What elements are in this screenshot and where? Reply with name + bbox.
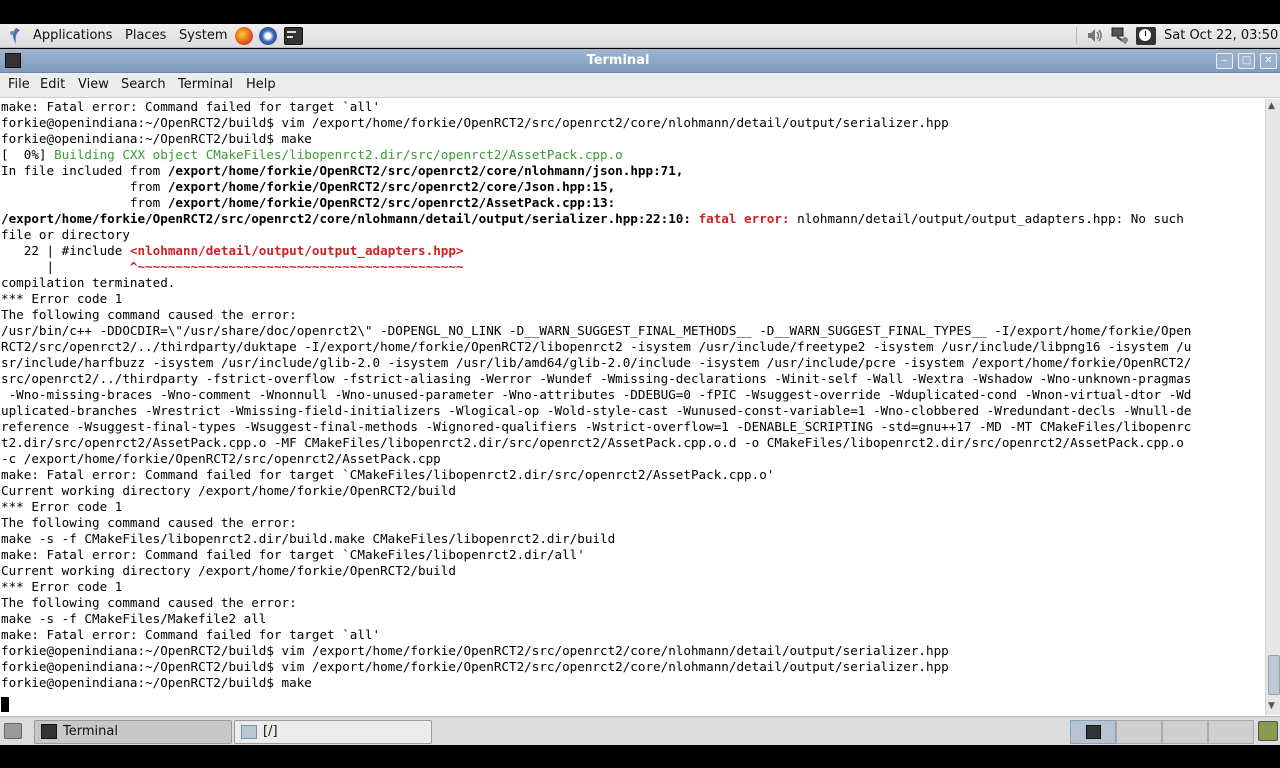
terminal-line: *** Error code 1 <box>1 579 123 594</box>
taskbar-item-terminal[interactable]: Terminal <box>34 720 232 744</box>
terminal-line: [ 0%] Building CXX object CMakeFiles/lib… <box>1 147 623 162</box>
window-title: Terminal <box>586 53 650 68</box>
terminal-line: forkie@openindiana:~/OpenRCT2/build$ mak… <box>1 131 312 146</box>
terminal-line: -c /export/home/forkie/OpenRCT2/src/open… <box>1 451 441 466</box>
terminal-line: The following command caused the error: <box>1 595 297 610</box>
openindiana-logo-icon[interactable] <box>6 26 26 46</box>
terminal-line: *** Error code 1 <box>1 499 123 514</box>
workspace-2[interactable] <box>1116 720 1162 744</box>
terminal-line: reference -Wsuggest-final-types -Wsugges… <box>1 419 1192 434</box>
terminal-line: The following command caused the error: <box>1 307 297 322</box>
terminal-line: src/openrct2/../thirdparty -fstrict-over… <box>1 371 1192 386</box>
menu-file[interactable]: File <box>8 73 30 97</box>
taskbar-item-label: [/] <box>263 724 278 739</box>
top-panel: Applications Places System Sat Oct 22, 0… <box>0 24 1280 48</box>
menu-view[interactable]: View <box>78 73 109 97</box>
terminal-line: RCT2/src/openrct2/../thirdparty/duktape … <box>1 339 1192 354</box>
trash-icon[interactable] <box>1258 721 1278 741</box>
terminal-line: | ^~~~~~~~~~~~~~~~~~~~~~~~~~~~~~~~~~~~~~… <box>1 259 464 274</box>
terminal-line: make -s -f CMakeFiles/Makefile2 all <box>1 611 267 626</box>
maximize-button[interactable]: □ <box>1238 53 1255 69</box>
show-desktop-icon[interactable] <box>4 723 22 739</box>
menu-terminal[interactable]: Terminal <box>178 73 233 97</box>
terminal-output[interactable]: make: Fatal error: Command failed for ta… <box>0 99 1264 715</box>
terminal-line: -Wno-missing-braces -Wno-comment -Wnonnu… <box>1 387 1192 402</box>
bottom-panel: Terminal [/] <box>0 716 1280 745</box>
terminal-line: make -s -f CMakeFiles/libopenrct2.dir/bu… <box>1 531 616 546</box>
scrollbar[interactable]: ▲ ▼ <box>1265 99 1280 715</box>
text-cursor <box>1 697 9 712</box>
terminal-line: make: Fatal error: Command failed for ta… <box>1 547 585 562</box>
system-menu[interactable]: System <box>179 24 227 47</box>
terminal-line: 22 | #include <nlohmann/detail/output/ou… <box>1 243 464 258</box>
terminal-line: from /export/home/forkie/OpenRCT2/src/op… <box>1 195 616 210</box>
applications-menu[interactable]: Applications <box>33 24 112 47</box>
thunderbird-icon[interactable] <box>259 27 277 45</box>
panel-separator <box>1076 27 1077 44</box>
firefox-icon[interactable] <box>235 27 253 45</box>
close-button[interactable]: ✕ <box>1260 53 1277 69</box>
terminal-line: make: Fatal error: Command failed for ta… <box>1 99 381 114</box>
terminal-line: make: Fatal error: Command failed for ta… <box>1 627 381 642</box>
window-titlebar[interactable]: Terminal ‒ □ ✕ <box>0 49 1280 73</box>
menu-bar: File Edit View Search Terminal Help <box>0 73 1280 98</box>
terminal-line: compilation terminated. <box>1 275 176 290</box>
terminal-icon <box>41 724 57 739</box>
workspace-window-icon <box>1086 725 1101 739</box>
terminal-line: make: Fatal error: Command failed for ta… <box>1 467 775 482</box>
terminal-line: In file included from /export/home/forki… <box>1 163 684 178</box>
terminal-line: uplicated-branches -Wrestrict -Wmissing-… <box>1 403 1192 418</box>
terminal-line: from /export/home/forkie/OpenRCT2/src/op… <box>1 179 616 194</box>
volume-icon[interactable] <box>1086 27 1104 44</box>
scroll-up-arrow-icon[interactable]: ▲ <box>1268 101 1275 111</box>
terminal-line: forkie@openindiana:~/OpenRCT2/build$ mak… <box>1 675 312 690</box>
terminal-line: t2.dir/src/openrct2/AssetPack.cpp.o -MF … <box>1 435 1184 450</box>
workspace-switcher[interactable] <box>1070 720 1116 744</box>
terminal-line: Current working directory /export/home/f… <box>1 563 456 578</box>
terminal-window: Terminal ‒ □ ✕ File Edit View Search Ter… <box>0 49 1280 716</box>
terminal-line: /export/home/forkie/OpenRCT2/src/openrct… <box>1 211 1184 226</box>
menu-search[interactable]: Search <box>121 73 166 97</box>
scrollbar-thumb[interactable] <box>1268 655 1280 695</box>
folder-icon <box>241 725 257 739</box>
terminal-line: forkie@openindiana:~/OpenRCT2/build$ vim… <box>1 643 949 658</box>
terminal-line: forkie@openindiana:~/OpenRCT2/build$ vim… <box>1 659 949 674</box>
panel-clock[interactable]: Sat Oct 22, 03:50 <box>1164 24 1278 47</box>
terminal-line: file or directory <box>1 227 130 242</box>
taskbar-item-label: Terminal <box>63 724 118 739</box>
workspace-4[interactable] <box>1208 720 1254 744</box>
taskbar-item-folder[interactable]: [/] <box>234 720 432 744</box>
terminal-line: Current working directory /export/home/f… <box>1 483 456 498</box>
terminal-line: sr/include/harfbuzz -isystem /usr/includ… <box>1 355 1192 370</box>
workspace-3[interactable] <box>1162 720 1208 744</box>
network-icon[interactable] <box>1111 27 1129 44</box>
places-menu[interactable]: Places <box>125 24 166 47</box>
terminal-line: *** Error code 1 <box>1 291 123 306</box>
terminal-line: /usr/bin/c++ -DDOCDIR=\"/usr/share/doc/o… <box>1 323 1192 338</box>
menu-edit[interactable]: Edit <box>40 73 65 97</box>
scroll-down-arrow-icon[interactable]: ▼ <box>1268 701 1275 711</box>
minimize-button[interactable]: ‒ <box>1216 53 1233 69</box>
terminal-line: The following command caused the error: <box>1 515 297 530</box>
menu-help[interactable]: Help <box>246 73 276 97</box>
terminal-launcher-icon[interactable] <box>284 27 303 45</box>
clock-icon <box>1136 27 1156 45</box>
terminal-line: forkie@openindiana:~/OpenRCT2/build$ vim… <box>1 115 949 130</box>
